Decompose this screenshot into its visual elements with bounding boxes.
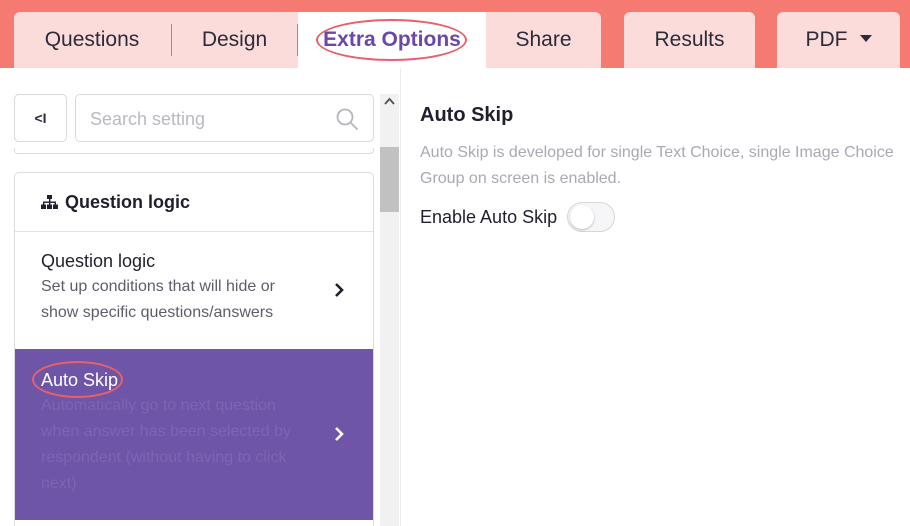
description-line: show specific questions/answers: [41, 304, 274, 321]
caret-down-icon: [859, 34, 872, 42]
description-line: Auto Skip is developed for single Text C…: [420, 144, 894, 161]
enable-auto-skip-toggle[interactable]: [567, 202, 616, 232]
toggle-label: Enable Auto Skip: [420, 206, 558, 227]
tab-extra-options[interactable]: Extra Options: [298, 12, 486, 68]
tab-questions-label: Questions: [44, 28, 140, 51]
tab-extra-options-label: Extra Options: [323, 28, 461, 51]
chevron-right-icon: [335, 283, 344, 297]
search-setting-box: [75, 94, 374, 142]
sidebar-item-title: Auto Skip: [41, 370, 119, 390]
section-title: Question logic: [65, 191, 191, 212]
collapse-icon: <I: [34, 110, 47, 126]
top-tab-bar: Questions Design Extra Options Share Res…: [0, 0, 910, 68]
content-description: Auto Skip is developed for single Text C…: [420, 140, 910, 192]
search-setting-input[interactable]: [90, 105, 330, 133]
sidebar-item-title: Question logic: [41, 251, 156, 271]
description-line: Set up conditions that will hide or: [41, 278, 275, 295]
tab-pdf-label: PDF: [805, 28, 848, 51]
chevron-right-icon: [335, 427, 344, 441]
toggle-knob: [570, 205, 595, 229]
sitemap-icon: [41, 195, 58, 209]
tab-share-label: Share: [515, 28, 572, 51]
tab-results-label: Results: [654, 28, 725, 51]
question-logic-section: Question logic Question logic Set up con…: [14, 172, 374, 526]
tab-design-label: Design: [201, 28, 268, 51]
content-title: Auto Skip: [420, 104, 514, 126]
description-line: Automatically go to next question: [41, 397, 276, 414]
description-line: next): [41, 475, 77, 492]
sidebar-item-question-logic[interactable]: Question logic Set up conditions that wi…: [15, 232, 373, 349]
section-header: Question logic: [15, 173, 373, 232]
collapse-sidebar-button[interactable]: <I: [14, 94, 67, 142]
scrollbar-thumb[interactable]: [380, 147, 399, 212]
sidebar-item-auto-skip[interactable]: Auto Skip Automatically go to next quest…: [15, 349, 373, 520]
tab-results[interactable]: Results: [624, 12, 755, 68]
tab-design[interactable]: Design: [172, 12, 297, 68]
tab-questions[interactable]: Questions: [14, 12, 170, 68]
sidebar-scrollbar[interactable]: [380, 94, 399, 526]
description-line: when answer has been selected by: [41, 423, 291, 440]
enable-auto-skip-row: Enable Auto Skip: [420, 202, 616, 232]
description-line: respondent (without having to click: [41, 449, 287, 466]
sidebar-item-description: Automatically go to next question when a…: [41, 393, 323, 497]
search-icon[interactable]: [335, 107, 359, 131]
previous-section-edge: [14, 148, 374, 154]
scroll-up-icon[interactable]: [383, 96, 396, 106]
tab-pdf-dropdown[interactable]: PDF: [777, 12, 900, 68]
settings-content-panel: Auto Skip Auto Skip is developed for sin…: [400, 68, 910, 526]
sidebar-item-description: Set up conditions that will hide or show…: [41, 274, 323, 326]
description-line: Group on screen is enabled.: [420, 170, 622, 187]
tab-share[interactable]: Share: [486, 12, 601, 68]
